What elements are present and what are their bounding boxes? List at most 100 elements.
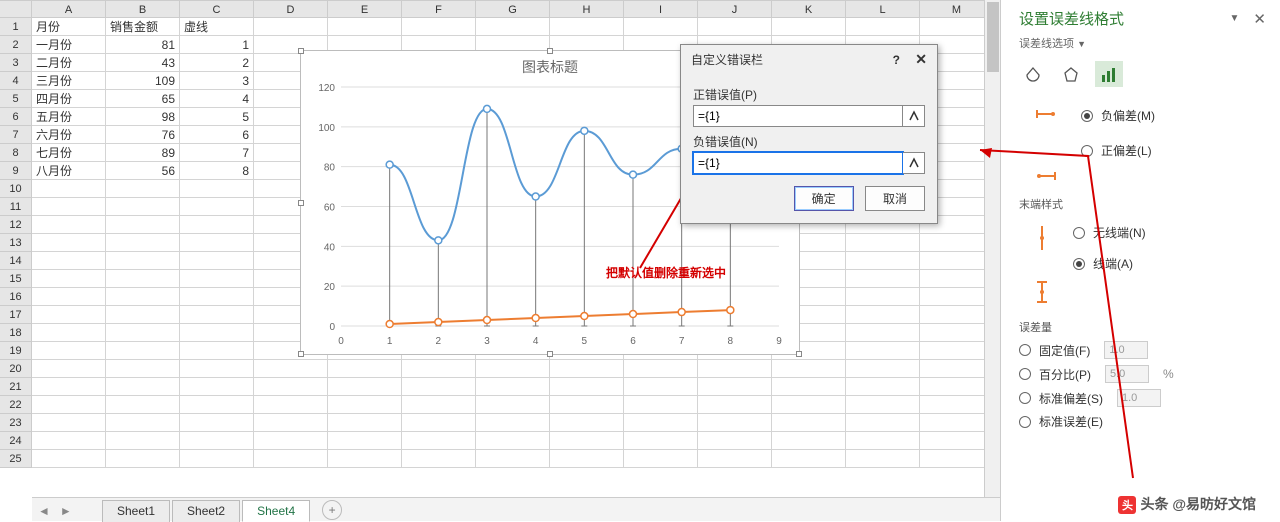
cell[interactable]	[106, 432, 180, 450]
cell[interactable]	[254, 396, 328, 414]
cell[interactable]	[32, 378, 106, 396]
cell[interactable]	[106, 270, 180, 288]
help-icon[interactable]: ?	[893, 53, 900, 67]
column-header[interactable]: A	[32, 1, 106, 18]
cell[interactable]	[180, 360, 254, 378]
cell[interactable]	[328, 432, 402, 450]
pane-close-icon[interactable]: ✕	[1253, 10, 1266, 28]
column-header[interactable]: E	[328, 1, 402, 18]
row-header[interactable]: 21	[0, 378, 32, 396]
cell[interactable]	[106, 216, 180, 234]
cell[interactable]	[106, 306, 180, 324]
fill-line-tab-icon[interactable]	[1019, 61, 1047, 87]
cell[interactable]	[624, 18, 698, 36]
cell[interactable]	[254, 378, 328, 396]
cell[interactable]	[920, 432, 994, 450]
row-header[interactable]: 4	[0, 72, 32, 90]
cell[interactable]: 8	[180, 162, 254, 180]
cell[interactable]	[920, 252, 994, 270]
cell[interactable]: 2	[180, 54, 254, 72]
cell[interactable]: 八月份	[32, 162, 106, 180]
cell[interactable]	[402, 396, 476, 414]
row-header[interactable]: 10	[0, 180, 32, 198]
cell[interactable]	[106, 360, 180, 378]
sheet-tab[interactable]: Sheet2	[172, 500, 240, 522]
row-header[interactable]: 19	[0, 342, 32, 360]
cell[interactable]	[180, 432, 254, 450]
column-header[interactable]: J	[698, 1, 772, 18]
row-header[interactable]: 5	[0, 90, 32, 108]
cell[interactable]	[254, 432, 328, 450]
cell[interactable]: 七月份	[32, 144, 106, 162]
negative-error-input[interactable]	[693, 152, 903, 174]
cell[interactable]	[772, 18, 846, 36]
cell[interactable]	[402, 414, 476, 432]
cell[interactable]	[32, 270, 106, 288]
cell[interactable]: 4	[180, 90, 254, 108]
cell[interactable]	[32, 342, 106, 360]
cell[interactable]: 三月份	[32, 72, 106, 90]
ok-button[interactable]: 确定	[794, 186, 854, 211]
pane-menu-icon[interactable]: ▼	[1230, 13, 1240, 24]
column-header[interactable]: D	[254, 1, 328, 18]
cell[interactable]: 76	[106, 126, 180, 144]
cell[interactable]	[550, 396, 624, 414]
cell[interactable]	[846, 234, 920, 252]
row-header[interactable]: 2	[0, 36, 32, 54]
cell[interactable]	[328, 396, 402, 414]
cell[interactable]	[180, 198, 254, 216]
row-header[interactable]: 15	[0, 270, 32, 288]
cell[interactable]: 43	[106, 54, 180, 72]
cell[interactable]	[402, 450, 476, 468]
column-header[interactable]: L	[846, 1, 920, 18]
cell[interactable]	[106, 450, 180, 468]
cell[interactable]: 四月份	[32, 90, 106, 108]
cell[interactable]	[698, 378, 772, 396]
tab-nav-prev-icon[interactable]: ◄	[38, 504, 50, 518]
cell[interactable]	[254, 18, 328, 36]
cell[interactable]	[32, 216, 106, 234]
cell[interactable]	[32, 180, 106, 198]
radio-amount[interactable]	[1019, 392, 1031, 404]
cell[interactable]	[624, 360, 698, 378]
cell[interactable]	[698, 360, 772, 378]
amount-value-input[interactable]	[1105, 365, 1149, 383]
cell[interactable]	[328, 18, 402, 36]
cell[interactable]: 5	[180, 108, 254, 126]
cell[interactable]: 五月份	[32, 108, 106, 126]
cell[interactable]	[698, 396, 772, 414]
row-header[interactable]: 18	[0, 324, 32, 342]
cell[interactable]: 六月份	[32, 126, 106, 144]
cell[interactable]	[32, 234, 106, 252]
cell[interactable]	[550, 18, 624, 36]
cell[interactable]	[550, 450, 624, 468]
radio-no-cap[interactable]	[1073, 227, 1085, 239]
cell[interactable]	[920, 342, 994, 360]
cell[interactable]	[328, 414, 402, 432]
row-header[interactable]: 9	[0, 162, 32, 180]
row-header[interactable]: 7	[0, 126, 32, 144]
cell[interactable]: 109	[106, 72, 180, 90]
cell[interactable]	[180, 252, 254, 270]
cell[interactable]	[32, 360, 106, 378]
cell[interactable]	[550, 414, 624, 432]
cell[interactable]	[846, 450, 920, 468]
cell[interactable]: 7	[180, 144, 254, 162]
range-picker-icon[interactable]	[903, 152, 925, 174]
cell[interactable]: 89	[106, 144, 180, 162]
column-header[interactable]: B	[106, 1, 180, 18]
column-header[interactable]: M	[920, 1, 994, 18]
cell[interactable]	[180, 342, 254, 360]
cell[interactable]	[698, 18, 772, 36]
column-header[interactable]: I	[624, 1, 698, 18]
cell[interactable]	[32, 324, 106, 342]
cancel-button[interactable]: 取消	[865, 186, 925, 211]
cell[interactable]	[846, 270, 920, 288]
cell[interactable]: 98	[106, 108, 180, 126]
cell[interactable]	[106, 396, 180, 414]
cell[interactable]	[476, 432, 550, 450]
tab-nav-next-icon[interactable]: ►	[60, 504, 72, 518]
cell[interactable]	[32, 198, 106, 216]
column-header[interactable]: G	[476, 1, 550, 18]
cell[interactable]	[624, 432, 698, 450]
